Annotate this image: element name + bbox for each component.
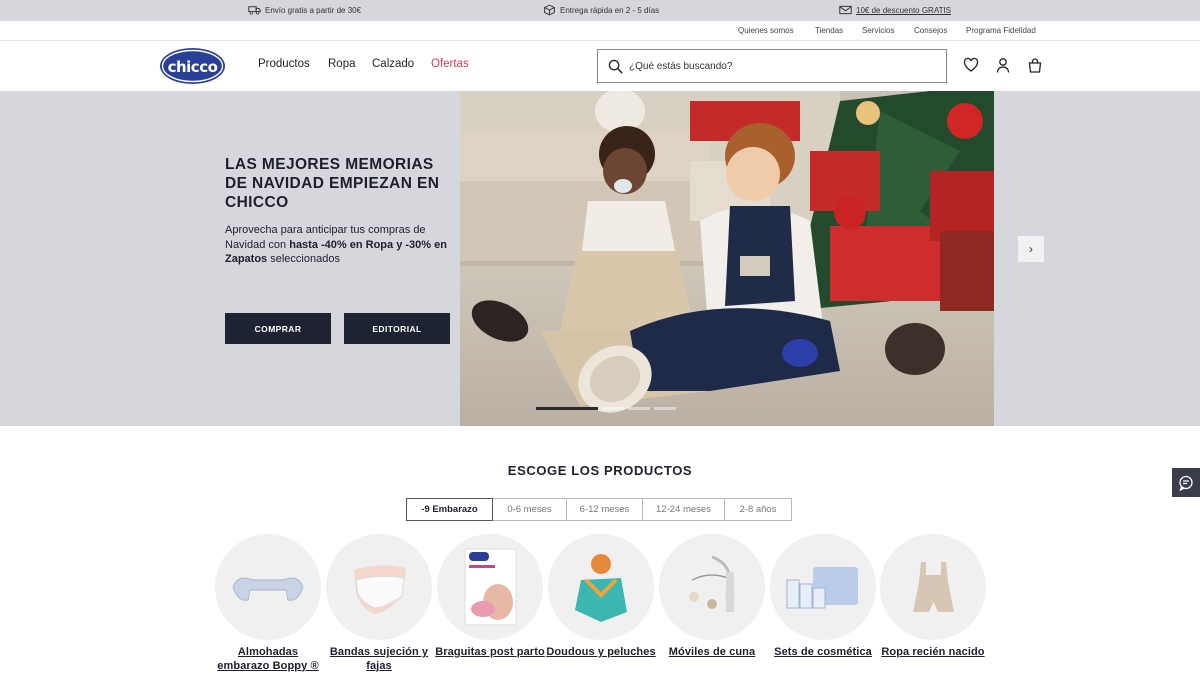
carousel-pagination [536, 407, 676, 410]
chicco-logo[interactable]: chicco [159, 47, 226, 85]
promo-discount[interactable]: 10€ de descuento GRATIS [839, 4, 951, 16]
truck-icon [248, 6, 261, 15]
tab-embarazo[interactable]: -9 Embarazo [406, 498, 493, 521]
promo-shipping: Envío gratis a partir de 30€ [248, 4, 361, 16]
link-quienes-somos[interactable]: Quienes somos [738, 26, 794, 35]
account-user-icon[interactable] [995, 57, 1011, 73]
carousel-dot[interactable] [654, 407, 676, 410]
link-consejos[interactable]: Consejos [914, 26, 947, 35]
carousel-dot[interactable] [628, 407, 650, 410]
link-tiendas[interactable]: Tiendas [815, 26, 843, 35]
category-moviles[interactable]: Móviles de cuna [657, 534, 767, 660]
nav-ropa[interactable]: Ropa [328, 58, 356, 70]
hero-photo [460, 91, 994, 426]
category-image[interactable] [880, 534, 986, 640]
category-bandas[interactable]: Bandas sujeción y fajas [324, 534, 434, 673]
promo-shipping-text: Envío gratis a partir de 30€ [265, 5, 362, 15]
category-cosmetica[interactable]: Sets de cosmética [768, 534, 878, 660]
hero-banner: LAS MEJORES MEMORIAS DE NAVIDAD EMPIEZAN… [0, 91, 1200, 426]
hero-title: LAS MEJORES MEMORIAS DE NAVIDAD EMPIEZAN… [225, 156, 440, 211]
carousel-dot[interactable] [602, 407, 624, 410]
logo-text: chicco [168, 58, 218, 76]
mail-icon [839, 5, 852, 15]
carousel-dot[interactable] [536, 407, 598, 410]
hero-text-post: seleccionados [267, 253, 340, 265]
tab-6-12-meses[interactable]: 6-12 meses [566, 498, 643, 521]
category-image[interactable] [770, 534, 876, 640]
promo-bar: Envío gratis a partir de 30€ Entrega ráp… [0, 0, 1200, 21]
shopping-bag-icon[interactable] [1027, 57, 1043, 73]
promo-discount-link[interactable]: 10€ de descuento GRATIS [856, 6, 951, 15]
nav-ofertas[interactable]: Ofertas [431, 58, 469, 70]
nav-productos[interactable]: Productos [258, 58, 310, 70]
hero-description: Aprovecha para anticipar tus compras de … [225, 223, 460, 267]
category-label[interactable]: Móviles de cuna [657, 646, 767, 660]
category-image[interactable] [548, 534, 654, 640]
doudou-icon [575, 553, 627, 622]
search-icon [608, 59, 623, 74]
wishlist-heart-icon[interactable] [963, 57, 979, 73]
tab-2-8-anos[interactable]: 2-8 años [724, 498, 792, 521]
comprar-button[interactable]: COMPRAR [225, 313, 331, 344]
chat-button[interactable] [1172, 468, 1200, 497]
category-image[interactable] [659, 534, 765, 640]
link-programa-fidelidad[interactable]: Programa Fidelidad [966, 26, 1036, 35]
promo-delivery-text: Entrega rápida en 2 - 5 días [560, 5, 660, 15]
search-box[interactable] [597, 49, 947, 83]
products-section-title: ESCOGE LOS PRODUCTOS [507, 463, 693, 478]
box-icon [544, 4, 555, 16]
category-label[interactable]: Bandas sujeción y fajas [324, 646, 434, 673]
search-input[interactable] [629, 58, 929, 74]
tab-0-6-meses[interactable]: 0-6 meses [492, 498, 567, 521]
belt-icon [354, 565, 406, 614]
romper-icon [912, 562, 954, 612]
age-tabs: -9 Embarazo 0-6 meses 6-12 meses 12-24 m… [406, 498, 792, 521]
nav-calzado[interactable]: Calzado [372, 58, 414, 70]
tab-12-24-meses[interactable]: 12-24 meses [642, 498, 725, 521]
pillow-icon [232, 577, 304, 601]
category-doudous[interactable]: Doudous y peluches [546, 534, 656, 660]
briefs-box-icon [464, 548, 516, 626]
chat-bubble-icon [1179, 475, 1193, 491]
utility-links: Quienes somos Tiendas Servicios Consejos… [0, 21, 1200, 41]
link-servicios[interactable]: Servicios [862, 26, 894, 35]
category-braguitas[interactable]: Braguitas post parto [435, 534, 545, 660]
editorial-button[interactable]: EDITORIAL [344, 313, 450, 344]
category-label[interactable]: Almohadas embarazo Boppy ® [213, 646, 323, 673]
cosmetics-set-icon [786, 567, 858, 609]
crib-mobile-icon [689, 555, 735, 612]
category-label[interactable]: Sets de cosmética [768, 646, 878, 660]
category-image[interactable] [326, 534, 432, 640]
category-label[interactable]: Doudous y peluches [546, 646, 656, 660]
category-image[interactable] [437, 534, 543, 640]
category-label[interactable]: Ropa recién nacido [878, 646, 988, 660]
category-image[interactable] [215, 534, 321, 640]
category-almohadas[interactable]: Almohadas embarazo Boppy ® [213, 534, 323, 673]
category-ropa-recien-nacido[interactable]: Ropa recién nacido [878, 534, 988, 660]
main-header: chicco Productos Ropa Calzado Ofertas [0, 41, 1200, 91]
carousel-next-button[interactable]: › [1018, 236, 1044, 262]
category-label[interactable]: Braguitas post parto [435, 646, 545, 660]
promo-delivery: Entrega rápida en 2 - 5 días [543, 4, 659, 16]
chevron-right-icon: › [1029, 242, 1033, 256]
hero-christmas-kids-image [460, 91, 994, 426]
